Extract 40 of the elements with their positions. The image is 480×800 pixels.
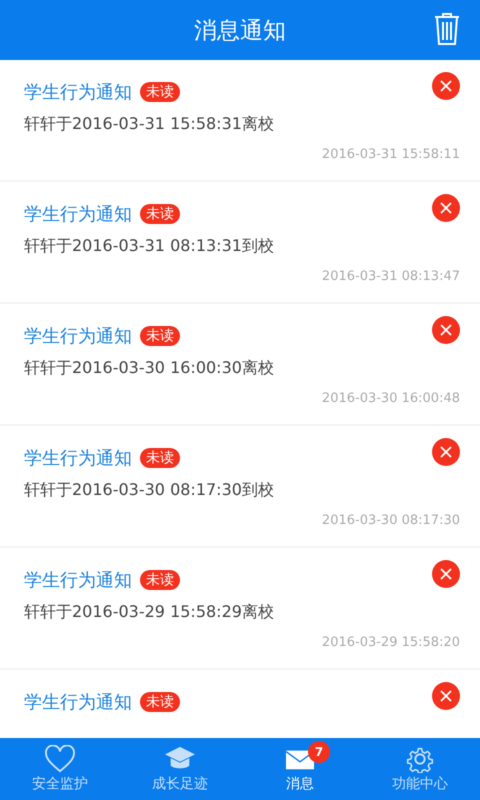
tab[interactable]: 7 消息 <box>240 738 360 800</box>
message-time: 2016-03-31 08:13:47 <box>320 269 460 284</box>
message-text: 轩轩于2016-03-31 08:13:31到校 <box>24 236 275 257</box>
message-time: 2016-03-31 15:58:11 <box>320 147 460 162</box>
unread-badge: 未读 <box>140 570 180 590</box>
message-title: 学生行为通知 <box>24 569 132 592</box>
message-card[interactable]: 学生行为通知 未读 轩轩于2016-03-31 08:13:31到校 2016-03-31 08:13:47 <box>0 182 480 302</box>
message-time: 2016-03-30 16:00:48 <box>320 391 460 406</box>
delete-icon[interactable] <box>432 682 460 710</box>
unread-badge: 未读 <box>140 692 180 712</box>
heart-icon <box>44 745 76 773</box>
trash-icon[interactable] <box>434 12 460 46</box>
message-card[interactable]: 学生行为通知 未读 轩轩于2016-03-30 16:00:30离校 2016-03-30 16:00:48 <box>0 304 480 424</box>
count-badge: 7 <box>308 741 330 763</box>
unread-badge: 未读 <box>140 326 180 346</box>
unread-badge: 未读 <box>140 448 180 468</box>
message-title: 学生行为通知 <box>24 203 132 226</box>
delete-icon[interactable] <box>432 194 460 222</box>
unread-badge: 未读 <box>140 82 180 102</box>
message-text: 轩轩于2016-03-30 08:17:30到校 <box>24 480 275 501</box>
message-time: 2016-03-30 08:17:30 <box>320 513 460 528</box>
message-text: 轩轩于2016-03-29 15:58:29离校 <box>24 602 275 623</box>
delete-icon[interactable] <box>432 438 460 466</box>
message-title: 学生行为通知 <box>24 325 132 348</box>
page-title: 消息通知 <box>194 16 286 46</box>
message-title: 学生行为通知 <box>24 691 132 714</box>
settings-icon <box>404 745 436 773</box>
message-card[interactable]: 学生行为通知 未读 轩轩于2016-03-29 15:58:29离校 2016-03-29 15:58:20 <box>0 548 480 668</box>
message-card[interactable]: 学生行为通知 未读 <box>0 670 480 738</box>
delete-icon[interactable] <box>432 316 460 344</box>
message-card[interactable]: 学生行为通知 未读 轩轩于2016-03-30 08:17:30到校 2016-03-30 08:17:30 <box>0 426 480 546</box>
message-time: 2016-03-29 15:58:20 <box>320 635 460 650</box>
delete-icon[interactable] <box>432 72 460 100</box>
message-text: 轩轩于2016-03-30 16:00:30离校 <box>24 358 275 379</box>
delete-icon[interactable] <box>432 560 460 588</box>
message-title: 学生行为通知 <box>24 81 132 104</box>
message-card[interactable]: 学生行为通知 未读 轩轩于2016-03-31 15:58:31离校 2016-03-31 15:58:11 <box>0 60 480 180</box>
message-title: 学生行为通知 <box>24 447 132 470</box>
message-text: 轩轩于2016-03-31 15:58:31离校 <box>24 114 275 135</box>
unread-badge: 未读 <box>140 204 180 224</box>
